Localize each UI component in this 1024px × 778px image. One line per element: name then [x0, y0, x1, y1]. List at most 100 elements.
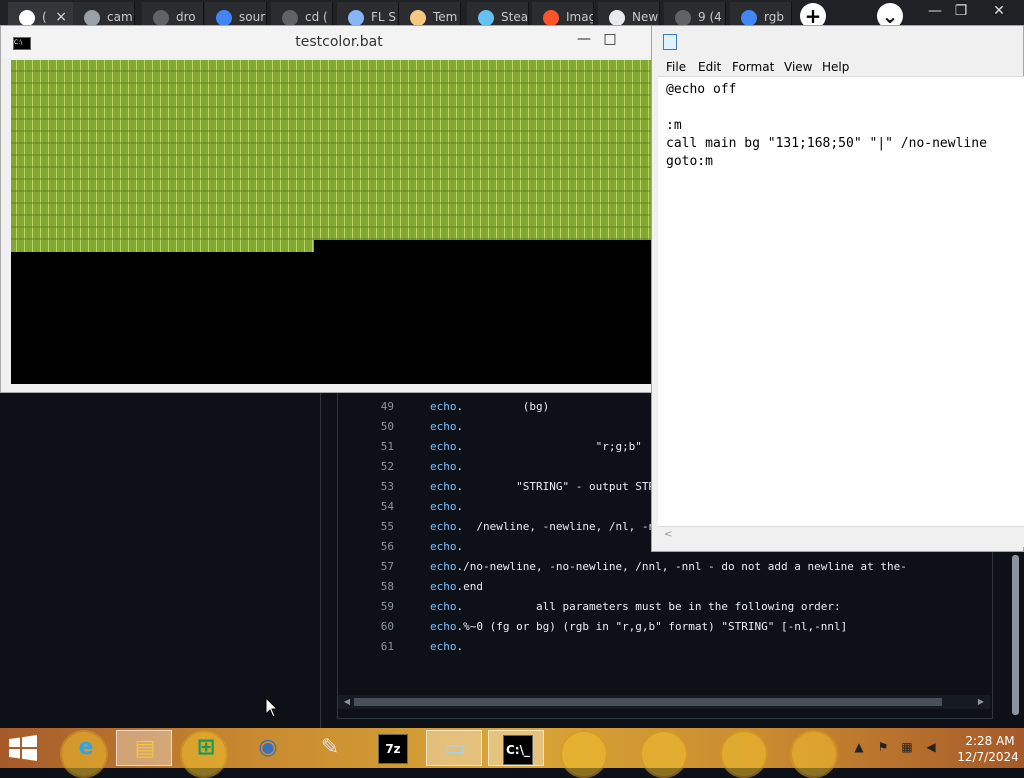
taskbar-chrome-button[interactable]: ◉: [240, 730, 296, 766]
github-icon: [19, 10, 35, 26]
system-tray: ▲ ⚑ ▦ ◀ 2:28 AM 12/7/2024: [850, 730, 1024, 766]
code-keyword: echo: [430, 640, 457, 653]
scroll-right-icon[interactable]: ▶: [974, 695, 988, 709]
scroll-left-icon[interactable]: ◀: [340, 695, 354, 709]
code-text: echo. /newline, -newline, /nl, -n: [430, 517, 655, 537]
browser-tab-label: FL S: [371, 10, 397, 24]
console-window[interactable]: C:\ testcolor.bat — □: [0, 25, 652, 393]
taskbar-notepad-button[interactable]: ▭: [426, 730, 482, 766]
code-line: 58 echo.end: [338, 577, 988, 597]
menu-view[interactable]: View: [784, 60, 812, 74]
google-icon: [216, 10, 232, 26]
code-text: echo.end: [430, 577, 483, 597]
code-rest: .: [456, 540, 464, 553]
taskbar: e ▤ ⊞ ◉ ✎ 7z ▭ C:\_ ▲ ⚑ ▦ ◀ 2:28 AM 12/7/2024: [0, 728, 1024, 778]
taskbar-wallpaper-emoji: [720, 730, 768, 778]
chrome-icon: [609, 10, 625, 26]
browser-tab-label: Imag: [566, 10, 594, 24]
volume-muted-icon[interactable]: ◀: [924, 740, 938, 754]
code-rest: .%~0 (fg or bg) (rgb in "r,g,b" format) …: [456, 620, 848, 633]
scrollbar-thumb[interactable]: [354, 698, 942, 706]
line-number: 49: [380, 400, 394, 413]
browser-close-button[interactable]: ✕: [984, 2, 1014, 22]
chrome-icon: ◉: [258, 735, 278, 760]
browser-tab-label: (: [42, 10, 47, 24]
mouse-cursor-icon: [265, 697, 279, 718]
code-text: echo. all parameters must be in the foll…: [430, 597, 841, 617]
terminal-icon: [153, 10, 169, 26]
console-title-bar[interactable]: C:\ testcolor.bat — □: [1, 26, 651, 58]
console-partial-row: [11, 240, 314, 252]
line-number: 61: [380, 640, 394, 653]
console-maximize-button[interactable]: □: [595, 30, 625, 50]
taskbar-wallpaper-emoji: [790, 730, 838, 778]
line-number: 55: [380, 520, 394, 533]
store-icon: ⊞: [196, 735, 216, 760]
taskbar-command-prompt-button[interactable]: C:\_: [488, 730, 544, 766]
globe-icon: [84, 10, 100, 26]
action-center-flag-icon[interactable]: ⚑: [876, 740, 890, 754]
brave-icon: [543, 10, 559, 26]
notepad-menu-bar: File Edit Format View Help: [658, 58, 1023, 78]
notepad-icon: ▭: [444, 736, 466, 761]
network-icon[interactable]: ▦: [900, 740, 914, 754]
tab-close-icon[interactable]: ×: [55, 9, 67, 25]
home-icon: [410, 10, 426, 26]
browser-tab-label: sour: [239, 10, 266, 24]
start-button[interactable]: [8, 734, 38, 762]
line-number: 60: [380, 620, 394, 633]
notepad-text-area[interactable]: @echo off :m call main bg "131;168;50" "…: [658, 76, 1024, 547]
code-keyword: echo: [430, 500, 457, 513]
line-number: 56: [380, 540, 394, 553]
clock-time[interactable]: 2:28 AM: [960, 734, 1020, 748]
code-rest: .: [456, 640, 464, 653]
notepad-horizontal-scrollbar[interactable]: <: [658, 526, 1024, 547]
taskbar-internet-explorer-button[interactable]: e: [58, 730, 114, 766]
code-text: echo. "r;g;b" -: [430, 437, 662, 457]
code-line: 60 echo.%~0 (fg or bg) (rgb in "r,g,b" fo…: [338, 617, 988, 637]
code-line: 57 echo./no-newline, -no-newline, /nnl, -…: [338, 557, 988, 577]
vertical-scrollbar-thumb[interactable]: [1012, 555, 1019, 715]
browser-tab-label: cd (: [305, 10, 328, 24]
steam-icon: [478, 10, 494, 26]
menu-edit[interactable]: Edit: [698, 60, 721, 74]
taskbar-wallpaper-emoji: [640, 730, 688, 778]
console-output[interactable]: [11, 60, 651, 384]
taskbar-file-explorer-button[interactable]: ▤: [116, 730, 172, 766]
notepad-line: call main bg "131;168;50" "|" /no-newlin…: [666, 136, 987, 151]
taskbar-7zip-button[interactable]: 7z: [364, 730, 420, 766]
code-keyword: echo: [430, 420, 457, 433]
line-number: 52: [380, 460, 394, 473]
browser-tab-label: Tem: [433, 10, 458, 24]
menu-file[interactable]: File: [666, 60, 686, 74]
horizontal-scrollbar[interactable]: ◀ ▶: [338, 695, 990, 709]
code-rest: .: [456, 500, 464, 513]
paint-icon: ✎: [320, 735, 340, 760]
notepad-window[interactable]: File Edit Format View Help @echo off :m …: [651, 25, 1024, 552]
vertical-scrollbar[interactable]: [1008, 535, 1024, 728]
code-rest: . "r;g;b" -: [456, 440, 662, 453]
taskbar-wallpaper-emoji: [560, 730, 608, 778]
code-rest: . all parameters must be in the followin…: [456, 600, 841, 613]
clock-date[interactable]: 12/7/2024: [954, 750, 1022, 764]
taskbar-paint-button[interactable]: ✎: [302, 730, 358, 766]
show-hidden-icons-icon[interactable]: ▲: [852, 740, 866, 754]
code-keyword: echo: [430, 600, 457, 613]
code-keyword: echo: [430, 580, 457, 593]
terminal-icon: [282, 10, 298, 26]
scroll-left-icon[interactable]: <: [664, 529, 672, 540]
code-rest: .: [456, 420, 464, 433]
line-number: 59: [380, 600, 394, 613]
code-keyword: echo: [430, 620, 457, 633]
taskbar-store-button[interactable]: ⊞: [178, 730, 234, 766]
code-rest: . /newline, -newline, /nl, -n: [456, 520, 656, 533]
code-line: 61 echo.: [338, 637, 988, 657]
editor-divider: [320, 383, 321, 728]
menu-format[interactable]: Format: [732, 60, 774, 74]
code-keyword: echo: [430, 520, 457, 533]
code-line: 59 echo. all parameters must be in the fo…: [338, 597, 988, 617]
code-text: echo. (bg): [430, 397, 549, 417]
line-number: 58: [380, 580, 394, 593]
menu-help[interactable]: Help: [822, 60, 849, 74]
browser-restore-button[interactable]: ❐: [946, 2, 976, 22]
